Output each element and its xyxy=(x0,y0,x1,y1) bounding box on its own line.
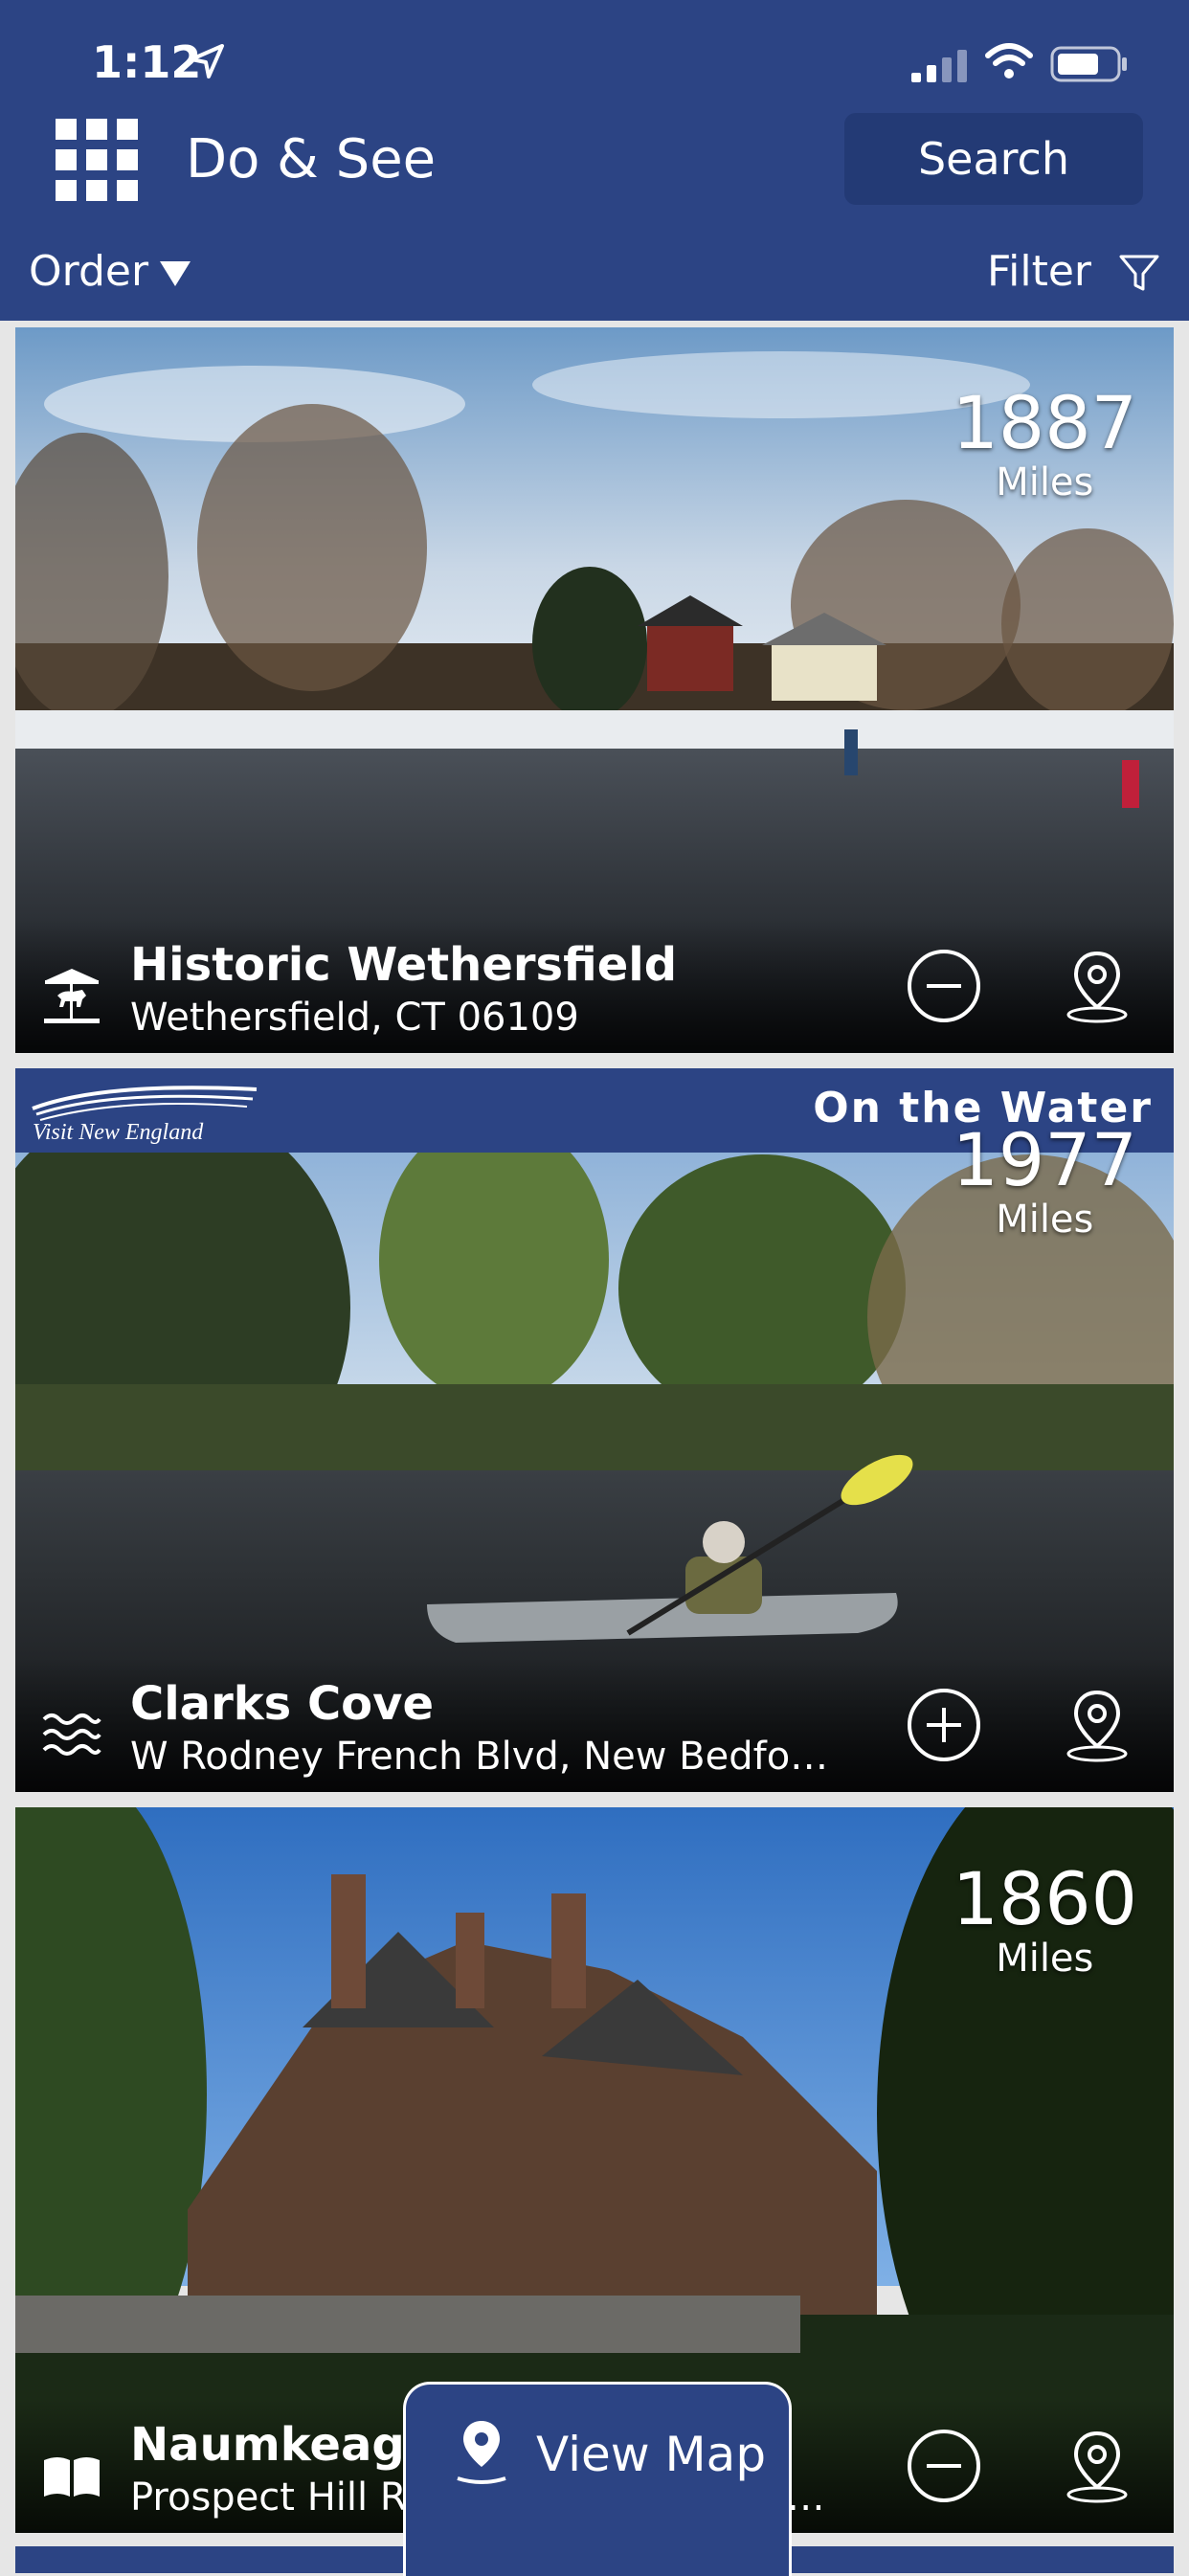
page-title: Do & See xyxy=(186,128,437,190)
distance-value: 1977 xyxy=(952,1117,1137,1202)
map-pin-icon[interactable] xyxy=(1059,948,1135,1024)
minus-circle-icon[interactable] xyxy=(906,2428,982,2504)
wifi-icon xyxy=(985,43,1033,78)
open-book-icon xyxy=(44,2457,100,2497)
svg-text:Visit New England: Visit New England xyxy=(33,1120,204,1145)
caret-down-icon xyxy=(160,261,191,286)
filter-label: Filter xyxy=(987,247,1091,296)
app-bar: Do & See Search xyxy=(0,105,1189,220)
top-header: 1:12 Do & See Search Order Filter xyxy=(0,0,1189,321)
attraction-address: Wethersfield, CT 06109 xyxy=(130,996,579,1040)
battery-icon xyxy=(1050,46,1127,82)
distance-value: 1887 xyxy=(952,380,1137,465)
funnel-icon xyxy=(1119,255,1159,291)
visit-new-england-logo: Visit New England xyxy=(32,1086,258,1145)
distance-badge: 1887 Miles xyxy=(953,385,1137,504)
map-pin-icon xyxy=(457,2421,506,2484)
attraction-card[interactable]: Visit New England On the Water 1977 Mile… xyxy=(15,1068,1174,1792)
map-pin-icon[interactable] xyxy=(1059,1687,1135,1763)
sort-filter-bar: Order Filter xyxy=(0,228,1189,320)
distance-value: 1860 xyxy=(952,1856,1137,1941)
filter-button[interactable]: Filter xyxy=(987,247,1160,296)
attraction-card[interactable]: 1887 Miles Historic Wethersfield Wethers… xyxy=(15,327,1174,1053)
order-label: Order xyxy=(29,247,149,296)
attraction-name: Historic Wethersfield xyxy=(130,938,678,992)
grid-menu-icon[interactable] xyxy=(54,117,140,203)
attraction-address: W Rodney French Blvd, New Bedfor... xyxy=(130,1735,839,1779)
attraction-name: Clarks Cove xyxy=(130,1677,434,1731)
minus-circle-icon[interactable] xyxy=(906,948,982,1024)
cellular-signal-icon xyxy=(911,50,967,82)
card-info-overlay: Clarks Cove W Rodney French Blvd, New Be… xyxy=(15,1658,1174,1792)
plus-circle-icon[interactable] xyxy=(906,1687,982,1763)
distance-badge: 1860 Miles xyxy=(952,1856,1137,1981)
status-bar: 1:12 xyxy=(0,0,1189,115)
distance-unit: Miles xyxy=(996,1198,1094,1242)
carousel-horse-icon xyxy=(44,969,100,1023)
map-pin-icon[interactable] xyxy=(1059,2428,1135,2504)
attraction-name: Naumkeag xyxy=(130,2418,405,2472)
distance-badge: 1977 Miles xyxy=(952,1117,1137,1242)
status-time: 1:12 xyxy=(92,36,202,88)
search-button[interactable]: Search xyxy=(844,113,1143,205)
card-info-overlay: Historic Wethersfield Wethersfield, CT 0… xyxy=(15,919,1174,1053)
location-arrow-icon xyxy=(190,44,224,78)
view-map-button[interactable]: View Map xyxy=(403,2382,792,2576)
order-button[interactable]: Order xyxy=(29,247,191,296)
distance-unit: Miles xyxy=(996,1937,1094,1981)
view-map-label: View Map xyxy=(536,2427,767,2482)
water-waves-icon xyxy=(42,1714,101,1756)
distance-unit: Miles xyxy=(996,460,1094,504)
